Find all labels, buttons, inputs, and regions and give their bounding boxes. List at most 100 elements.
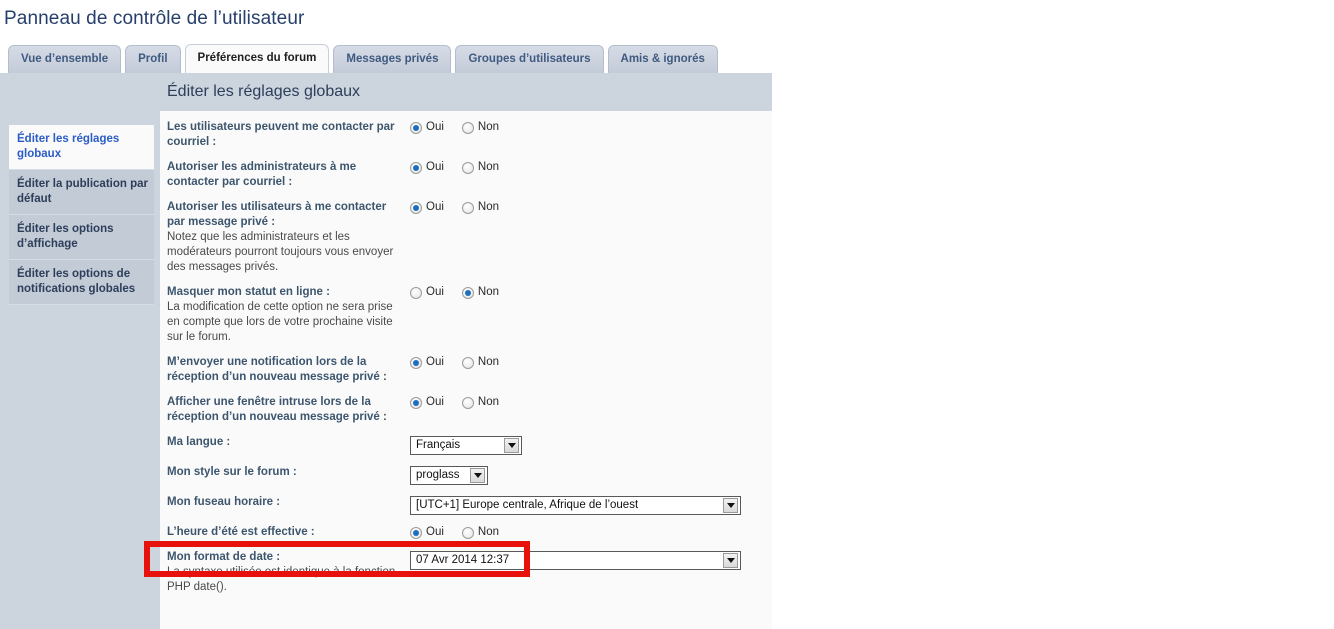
select-7[interactable]: proglass: [410, 466, 488, 485]
radio-button-no[interactable]: [461, 526, 474, 539]
setting-field-column: Français: [410, 435, 772, 455]
radio-label-yes: Oui: [426, 121, 444, 133]
sidebar-item-0[interactable]: Éditer les réglages globaux: [9, 125, 154, 170]
user-control-panel: Éditer les réglages globaux Éditer la pub…: [0, 73, 772, 629]
setting-field-column: 07 Avr 2014 12:37: [410, 550, 772, 570]
setting-field-column: Oui Non: [410, 285, 772, 299]
setting-field-column: Oui Non: [410, 395, 772, 409]
select-10[interactable]: 07 Avr 2014 12:37: [410, 551, 741, 570]
select-8[interactable]: [UTC+1] Europe centrale, Afrique de l’ou…: [410, 496, 741, 515]
setting-label: Mon fuseau horaire :: [167, 496, 281, 508]
sidebar-nav: Éditer les réglages globaux Éditer la pub…: [9, 125, 154, 305]
setting-label: Ma langue :: [167, 436, 231, 448]
setting-row: Les utilisateurs peuvent me contacter pa…: [160, 120, 772, 150]
radio-group: Oui Non: [410, 161, 772, 174]
tab-bar: Vue d’ensemble Profil Préférences du forum…: [0, 44, 718, 73]
radio-button-yes-selected[interactable]: [410, 526, 422, 539]
setting-label: Mon format de date :: [167, 551, 281, 563]
radio-group: Oui Non: [410, 356, 772, 369]
setting-label-column: Autoriser les administrateurs à me conta…: [167, 160, 410, 190]
page-title: Panneau de contrôle de l’utilisateur: [4, 8, 305, 29]
tab-5[interactable]: Amis & ignorés: [607, 45, 718, 73]
chevron-down-icon[interactable]: [504, 438, 519, 453]
setting-label-column: Mon format de date : La syntaxe utilisée …: [167, 550, 410, 595]
setting-label: L’heure d’été est effective :: [167, 526, 315, 538]
chevron-down-icon[interactable]: [723, 553, 738, 568]
sidebar-item-2[interactable]: Éditer les options d’affichage: [9, 215, 154, 260]
radio-button-no[interactable]: [461, 396, 474, 409]
setting-label-column: M’envoyer une notification lors de la ré…: [167, 355, 410, 385]
radio-button-yes-selected[interactable]: [410, 356, 422, 369]
radio-option-yes[interactable]: Oui: [410, 356, 444, 369]
select-value: [UTC+1] Europe centrale, Afrique de l’ou…: [416, 499, 639, 511]
setting-label-column: Masquer mon statut en ligne : La modifica…: [167, 285, 410, 345]
radio-label-no: Non: [477, 526, 500, 538]
setting-row: M’envoyer une notification lors de la ré…: [160, 355, 772, 385]
tab-4[interactable]: Groupes d’utilisateurs: [455, 45, 604, 73]
setting-label: Masquer mon statut en ligne :: [167, 286, 330, 298]
chevron-down-icon[interactable]: [723, 498, 738, 513]
setting-field-column: Oui Non: [410, 120, 772, 134]
setting-label-column: Mon fuseau horaire :: [167, 495, 410, 510]
radio-option-yes[interactable]: Oui: [410, 396, 444, 409]
setting-label-column: Les utilisateurs peuvent me contacter pa…: [167, 120, 410, 150]
radio-option-yes[interactable]: Oui: [410, 161, 444, 174]
radio-label-no: Non: [477, 161, 500, 173]
radio-option-no[interactable]: Non: [461, 121, 500, 134]
tab-1[interactable]: Profil: [125, 45, 181, 73]
radio-option-yes[interactable]: Oui: [410, 201, 444, 214]
setting-label-column: L’heure d’été est effective :: [167, 525, 410, 540]
setting-row: Autoriser les administrateurs à me conta…: [160, 160, 772, 190]
radio-button-no[interactable]: [461, 201, 474, 214]
radio-button-yes-selected[interactable]: [410, 161, 422, 174]
setting-label-column: Mon style sur le forum :: [167, 465, 410, 480]
radio-option-yes[interactable]: Oui: [410, 121, 444, 134]
setting-description: La modification de cette option ne sera …: [167, 301, 393, 343]
radio-label-no: Non: [477, 201, 500, 213]
panel-heading: Éditer les réglages globaux: [167, 83, 361, 100]
radio-button-no-selected[interactable]: [461, 286, 474, 299]
tab-3[interactable]: Messages privés: [333, 45, 452, 73]
radio-label-yes: Oui: [426, 396, 444, 408]
chevron-down-icon[interactable]: [470, 468, 485, 483]
setting-row: Mon fuseau horaire : [UTC+1] Europe centr…: [160, 495, 772, 515]
sidebar: Éditer les réglages globaux Éditer la pub…: [0, 73, 160, 629]
sidebar-item-1[interactable]: Éditer la publication par défaut: [9, 170, 154, 215]
setting-field-column: Oui Non: [410, 525, 772, 539]
radio-button-yes-selected[interactable]: [410, 396, 422, 409]
sidebar-item-3[interactable]: Éditer les options de notifications glob…: [9, 260, 154, 305]
radio-option-no[interactable]: Non: [461, 396, 499, 409]
tab-2[interactable]: Préférences du forum: [184, 44, 330, 73]
radio-button-yes-selected[interactable]: [410, 201, 422, 214]
setting-row: Afficher une fenêtre intruse lors de la …: [160, 395, 772, 425]
radio-button-yes[interactable]: [410, 286, 422, 299]
radio-label-no: Non: [477, 121, 500, 133]
radio-button-no[interactable]: [461, 356, 474, 369]
radio-option-yes[interactable]: Oui: [410, 286, 444, 299]
setting-row: Masquer mon statut en ligne : La modifica…: [160, 285, 772, 345]
select-value: proglass: [416, 469, 460, 481]
radio-label-yes: Oui: [426, 286, 444, 298]
select-value: Français: [416, 439, 461, 451]
tab-0[interactable]: Vue d’ensemble: [8, 45, 122, 73]
radio-button-yes-selected[interactable]: [410, 121, 422, 134]
radio-option-no[interactable]: Non: [461, 356, 499, 369]
radio-option-no[interactable]: Non: [461, 201, 500, 214]
radio-option-no[interactable]: Non: [461, 161, 500, 174]
select-6[interactable]: Français: [410, 436, 522, 455]
radio-option-no[interactable]: Non: [461, 526, 500, 539]
radio-option-no[interactable]: Non: [461, 286, 499, 299]
setting-field-column: proglass: [410, 465, 772, 485]
setting-description: La syntaxe utilisée est identique à la f…: [167, 566, 396, 593]
radio-button-no[interactable]: [461, 161, 474, 174]
setting-row: L’heure d’été est effective : Oui Non: [160, 525, 772, 540]
radio-group: Oui Non: [410, 121, 772, 134]
radio-button-no[interactable]: [461, 121, 474, 134]
setting-label-column: Ma langue :: [167, 435, 410, 450]
setting-label-column: Afficher une fenêtre intruse lors de la …: [167, 395, 410, 425]
setting-description: Notez que les administrateurs et les mod…: [167, 231, 394, 273]
setting-label-column: Autoriser les utilisateurs à me contacte…: [167, 200, 410, 275]
setting-label: Mon style sur le forum :: [167, 466, 297, 478]
setting-row: Mon format de date : La syntaxe utilisée …: [160, 550, 772, 595]
radio-option-yes[interactable]: Oui: [410, 526, 444, 539]
